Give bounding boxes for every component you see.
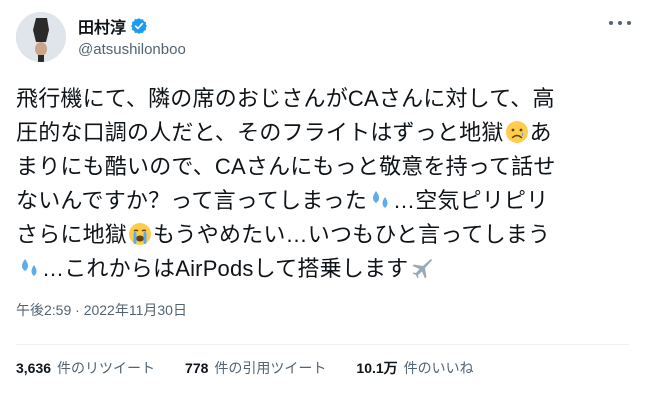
tweet-line-tail: あ — [529, 120, 552, 145]
airplane-icon — [412, 259, 433, 279]
user-info: 田村淳 @atsushilonboo — [78, 15, 186, 58]
tweet-line-text: 飛行機にて、隣の席のおじさんがCAさんに対して、高 — [16, 86, 555, 111]
retweets-count: 3,636 — [16, 360, 52, 376]
tweet-text: 飛行機にて、隣の席のおじさんがCAさんに対して、高 圧的な口調の人だと、そのフラ… — [16, 82, 634, 286]
tweet-line: ないんですか？って言ってしまった …空気ピリピリ — [16, 184, 634, 218]
tweet-line-text: さらに地獄 — [16, 222, 128, 247]
tweet-line-text: ないんですか？って言ってしまった — [16, 188, 368, 213]
tweet-header: 田村淳 @atsushilonboo — [16, 10, 631, 66]
tweet-line-tail: もうやめたい…いつもひと言ってしまう — [153, 222, 551, 247]
sweat-droplets-icon — [22, 259, 37, 276]
sad-face-icon — [505, 121, 528, 143]
tweet-stats: 3,636 件のリツイート 778 件の引用ツイート 10.1万 件のいいね — [16, 358, 504, 378]
tweet-line: 飛行機にて、隣の席のおじさんがCAさんに対して、高 — [16, 82, 634, 116]
divider — [16, 344, 629, 345]
display-name[interactable]: 田村淳 — [78, 14, 126, 38]
avatar[interactable] — [16, 12, 66, 62]
tweet-line: …これからはAirPodsして搭乗します — [16, 252, 634, 286]
tweet-line-text: まりにも酷いので、CAさんにもっと敬意を持って話せ — [16, 154, 556, 179]
quotes-stat[interactable]: 778 件の引用ツイート — [185, 358, 326, 378]
user-handle[interactable]: @atsushilonboo — [78, 41, 186, 58]
tweet-card: 田村淳 @atsushilonboo 飛行機にて、隣の席のおじさんがCAさんに対… — [0, 0, 645, 402]
tweet-line: 圧的な口調の人だと、そのフライトはずっと地獄 あ — [16, 116, 634, 150]
quotes-label: 件の引用ツイート — [214, 360, 327, 376]
tweet-line-tail: …空気ピリピリ — [393, 188, 549, 213]
retweets-stat[interactable]: 3,636 件のリツイート — [16, 358, 155, 378]
retweets-label: 件のリツイート — [57, 360, 156, 376]
quotes-count: 778 — [185, 360, 209, 376]
likes-stat[interactable]: 10.1万 件のいいね — [356, 358, 473, 378]
tweet-line: さらに地獄 もうやめたい…いつもひと言ってしまう — [16, 218, 634, 252]
verified-badge-icon — [130, 17, 148, 35]
crying-face-icon — [129, 223, 152, 245]
avatar-photo-icon — [16, 12, 66, 62]
likes-count: 10.1万 — [356, 360, 398, 376]
tweet-line-text: 圧的な口調の人だと、そのフライトはずっと地獄 — [16, 120, 504, 145]
tweet-line-tail: …これからはAirPodsして搭乗します — [42, 256, 409, 281]
tweet-timestamp[interactable]: 午後2:59 · 2022年11月30日 — [16, 300, 187, 320]
more-options-icon[interactable] — [609, 16, 631, 30]
likes-label: 件のいいね — [403, 360, 474, 376]
tweet-line: まりにも酷いので、CAさんにもっと敬意を持って話せ — [16, 150, 634, 184]
sweat-droplets-icon — [373, 191, 388, 208]
